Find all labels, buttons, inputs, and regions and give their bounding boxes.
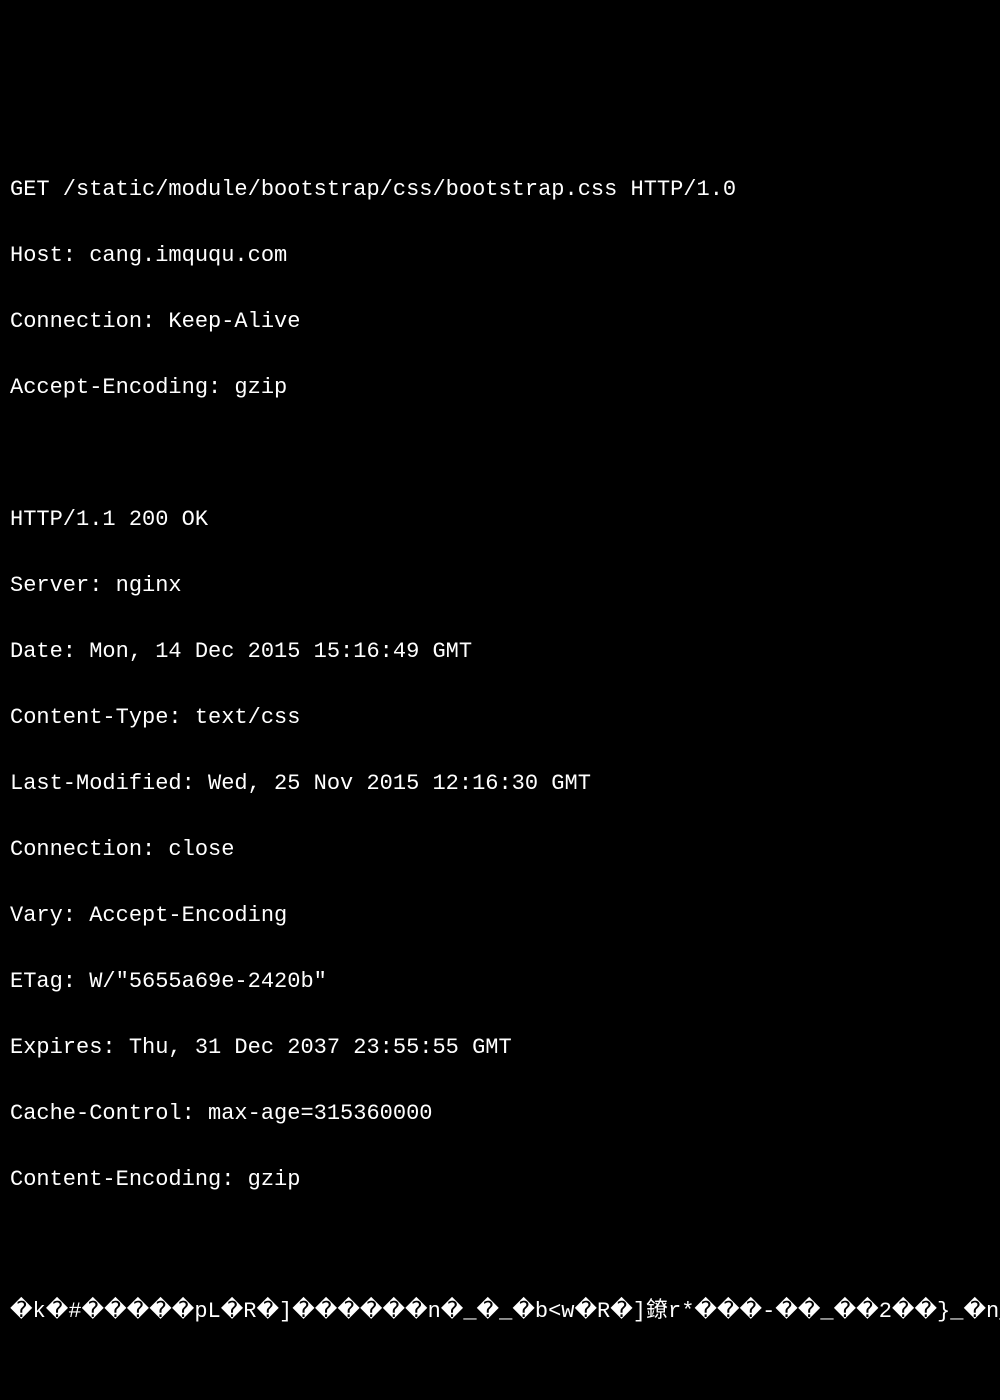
header-content-type: Content-Type: text/css: [10, 701, 990, 734]
blank-line: [10, 437, 990, 470]
header-cache-control: Cache-Control: max-age=315360000: [10, 1097, 990, 1130]
binary-body: �k�#�����pL�R�]������n�_�_�b<w�R�]鐐r*���…: [10, 1295, 990, 1328]
header-accept-encoding: Accept-Encoding: gzip: [10, 371, 990, 404]
header-server: Server: nginx: [10, 569, 990, 602]
header-connection-resp: Connection: close: [10, 833, 990, 866]
blank-line: [10, 1229, 990, 1262]
header-expires: Expires: Thu, 31 Dec 2037 23:55:55 GMT: [10, 1031, 990, 1064]
header-etag: ETag: W/"5655a69e-2420b": [10, 965, 990, 998]
header-connection: Connection: Keep-Alive: [10, 305, 990, 338]
header-last-modified: Last-Modified: Wed, 25 Nov 2015 12:16:30…: [10, 767, 990, 800]
request-line: GET /static/module/bootstrap/css/bootstr…: [10, 173, 990, 206]
header-host: Host: cang.imququ.com: [10, 239, 990, 272]
response-status: HTTP/1.1 200 OK: [10, 503, 990, 536]
header-vary: Vary: Accept-Encoding: [10, 899, 990, 932]
header-date: Date: Mon, 14 Dec 2015 15:16:49 GMT: [10, 635, 990, 668]
terminal-output: GET /static/module/bootstrap/css/bootstr…: [10, 140, 990, 1361]
header-content-encoding: Content-Encoding: gzip: [10, 1163, 990, 1196]
